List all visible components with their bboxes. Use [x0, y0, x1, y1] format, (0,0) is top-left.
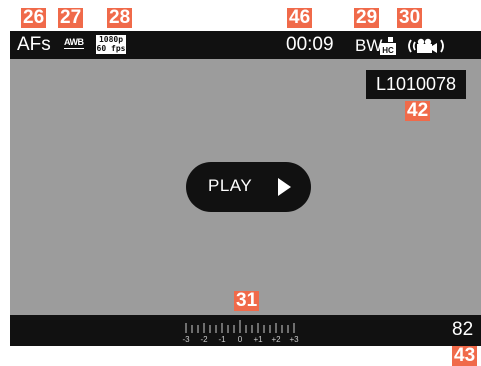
white-balance: AWB	[64, 37, 84, 49]
focus-mode: AFs	[17, 34, 51, 55]
frame-rate: 60 fps	[96, 44, 126, 53]
callout-29: 29	[354, 7, 380, 28]
status-bar: AFs AWB 1080p 60 fps 00:09 BW HC	[10, 31, 481, 59]
microphone-level-icon	[408, 38, 444, 53]
scale-label: 0	[238, 335, 243, 344]
play-icon	[278, 178, 291, 196]
remaining-count: 82	[452, 319, 474, 340]
scale-label: -3	[182, 335, 190, 344]
scale-label: -1	[218, 335, 226, 344]
video-resolution: 1080p	[98, 35, 124, 44]
play-button[interactable]: PLAY	[186, 162, 311, 212]
exposure-scale-ticks	[185, 320, 295, 333]
callout-26: 26	[21, 7, 47, 28]
callout-42: 42	[405, 100, 431, 121]
file-name: L1010078	[366, 70, 466, 99]
elapsed-time: 00:09	[286, 34, 334, 55]
film-style-badge: HC	[382, 46, 394, 55]
scale-label: +1	[253, 335, 263, 344]
exposure-scale-labels: -3 -2 -1 0 +1 +2 +3	[182, 335, 299, 344]
callout-30: 30	[397, 7, 423, 28]
video-resolution-badge: 1080p 60 fps	[96, 35, 126, 54]
callout-27: 27	[58, 7, 84, 28]
scale-label: -2	[200, 335, 208, 344]
play-label: PLAY	[208, 176, 253, 195]
callout-31: 31	[234, 290, 260, 311]
exposure-scale: -3 -2 -1 0 +1 +2 +3	[182, 320, 299, 344]
scale-label: +2	[271, 335, 281, 344]
callout-46: 46	[287, 7, 313, 28]
scale-label: +3	[289, 335, 299, 344]
callout-43: 43	[452, 345, 478, 366]
callout-28: 28	[107, 7, 133, 28]
